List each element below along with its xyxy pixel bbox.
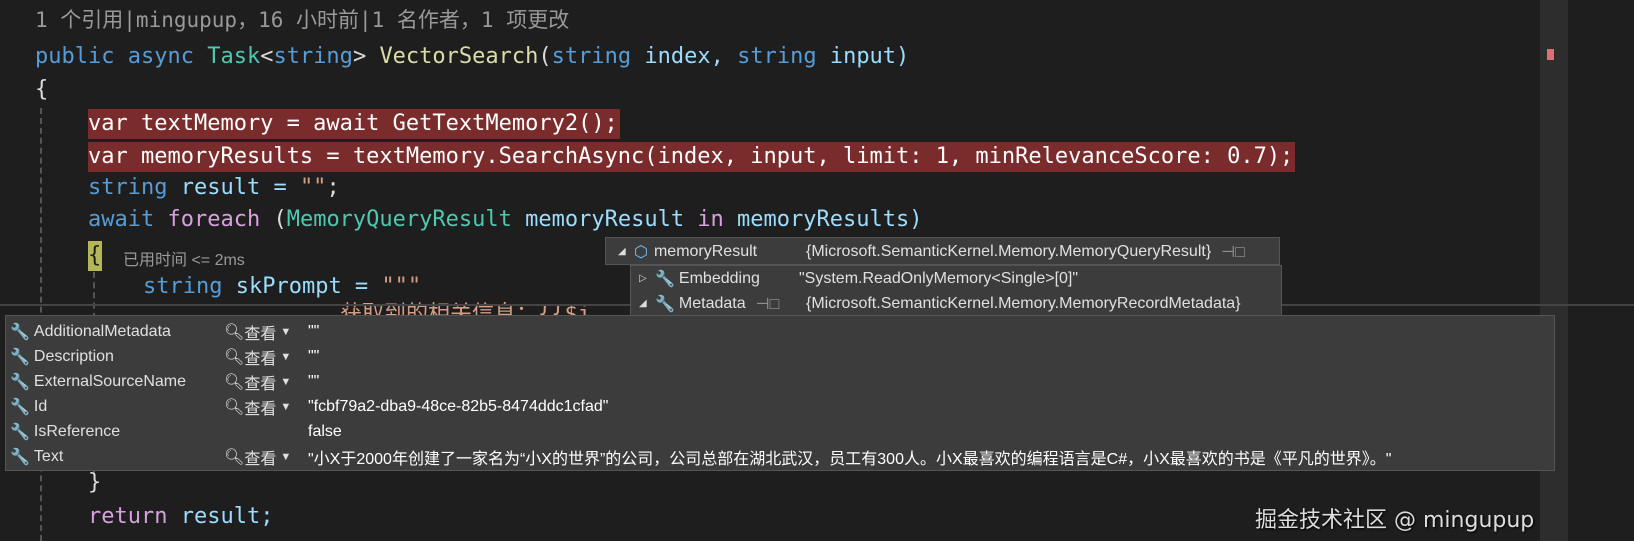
property-value: "" [308,347,320,365]
wrench-icon: 🔧 [10,348,30,366]
magnifier-icon: 🔍︎ [224,348,245,366]
metadata-row[interactable]: 🔧 Description [10,344,114,369]
variable-name: memoryResult [653,242,758,260]
property-name: Id [33,397,48,415]
breakpoint-line[interactable]: var textMemory = await GetTextMemory2(); [88,109,620,139]
code-line-brace: { [35,77,49,102]
property-name: Text [33,447,64,465]
watermark: 掘金技术社区 @ mingupup [1255,508,1535,533]
pin-icon[interactable]: ⊣□ [1221,242,1245,262]
dropdown-arrow-icon[interactable]: ▼ [280,351,291,363]
dropdown-arrow-icon[interactable]: ▼ [280,451,291,463]
property-name: IsReference [33,422,121,440]
property-name: AdditionalMetadata [33,322,171,340]
metadata-datatip: 🔧 AdditionalMetadata 🔍︎ 查看 ▼ "" 🔧 Description 🔍︎… [5,315,1555,471]
breakpoint-line[interactable]: var memoryResults = textMemory.SearchAsy… [88,142,1296,172]
property-name: ExternalSourceName [33,372,186,390]
expand-arrow-icon[interactable]: ▷ [639,273,655,284]
dropdown-arrow-icon[interactable]: ▼ [280,326,291,338]
code-line: await foreach (MemoryQueryResult memoryR… [88,207,923,232]
pin-icon[interactable]: ⊣□ [756,294,780,314]
code-line: string skPrompt = """ [143,274,422,299]
metadata-row[interactable]: 🔧 Text [10,444,63,469]
elapsed-time-hint: 已用时间 <= 2ms [123,252,245,269]
magnifier-icon: 🔍︎ [224,448,245,466]
variable-value: {Microsoft.SemanticKernel.Memory.MemoryQ… [806,242,1212,260]
property-value: "fcbf79a2-dba9-48ce-82b5-8474ddc1cfad" [308,397,609,415]
property-value: "System.ReadOnlyMemory<Single>[0]" [799,269,1079,287]
property-name: Embedding [678,269,760,287]
code-line: string result = ""; [88,175,340,200]
wrench-icon: 🔧 [655,270,675,288]
dropdown-arrow-icon[interactable]: ▼ [280,376,291,388]
metadata-row[interactable]: 🔧 AdditionalMetadata [10,319,171,344]
code-line: return result; [88,504,274,529]
view-button[interactable]: 🔍︎ 查看 ▼ [224,444,291,469]
view-button[interactable]: 🔍︎ 查看 ▼ [224,394,291,419]
wrench-icon: 🔧 [10,323,30,341]
metadata-row[interactable]: 🔧 Id [10,394,47,419]
collapse-arrow-icon[interactable]: ◢ [618,246,634,257]
property-value: false [308,422,342,440]
code-line: } [88,470,102,495]
magnifier-icon: 🔍︎ [224,373,245,391]
current-statement-brace: { [88,241,102,271]
datatip-row-embedding[interactable]: ▷ 🔧 Embedding [639,266,760,291]
breakpoint-marker [1547,49,1554,60]
view-label: 查看 [244,375,277,393]
view-button[interactable]: 🔍︎ 查看 ▼ [224,319,291,344]
magnifier-icon: 🔍︎ [224,323,245,341]
magnifier-icon: 🔍︎ [224,398,245,416]
property-value: "" [308,322,320,340]
collapse-arrow-icon[interactable]: ◢ [639,298,655,309]
property-value: {Microsoft.SemanticKernel.Memory.MemoryR… [806,294,1241,312]
view-button[interactable]: 🔍︎ 查看 ▼ [224,344,291,369]
view-label: 查看 [244,325,277,343]
property-value: "小X于2000年创建了一家名为“小X的世界”的公司，公司总部在湖北武汉，员工有… [308,450,1392,468]
datatip-children: ▷ 🔧 Embedding "System.ReadOnlyMemory<Singl… [630,265,1282,317]
property-value: "" [308,372,320,390]
datatip-row-metadata[interactable]: ◢ 🔧 Metadata ⊣□ [639,291,779,316]
wrench-icon: 🔧 [655,295,675,313]
wrench-icon: 🔧 [10,423,30,441]
metadata-row[interactable]: 🔧 ExternalSourceName [10,369,186,394]
code-line-signature: public async Task<string> VectorSearch(s… [35,44,910,69]
wrench-icon: 🔧 [10,398,30,416]
codelens[interactable]: 1 个引用|mingupup，16 小时前|1 名作者，1 项更改 [35,5,569,35]
object-icon: ⬡ [634,243,648,261]
property-name: Metadata [678,294,746,312]
view-label: 查看 [244,400,277,418]
datatip-root[interactable]: ◢ ⬡ memoryResult {Microsoft.SemanticKernel… [605,237,1280,265]
metadata-row[interactable]: 🔧 IsReference [10,419,120,444]
view-label: 查看 [244,350,277,368]
property-name: Description [33,347,114,365]
code-line: 获取到的相关信息：{{$i [340,302,591,315]
dropdown-arrow-icon[interactable]: ▼ [280,401,291,413]
view-button[interactable]: 🔍︎ 查看 ▼ [224,369,291,394]
view-label: 查看 [244,450,277,468]
wrench-icon: 🔧 [10,448,30,466]
wrench-icon: 🔧 [10,373,30,391]
